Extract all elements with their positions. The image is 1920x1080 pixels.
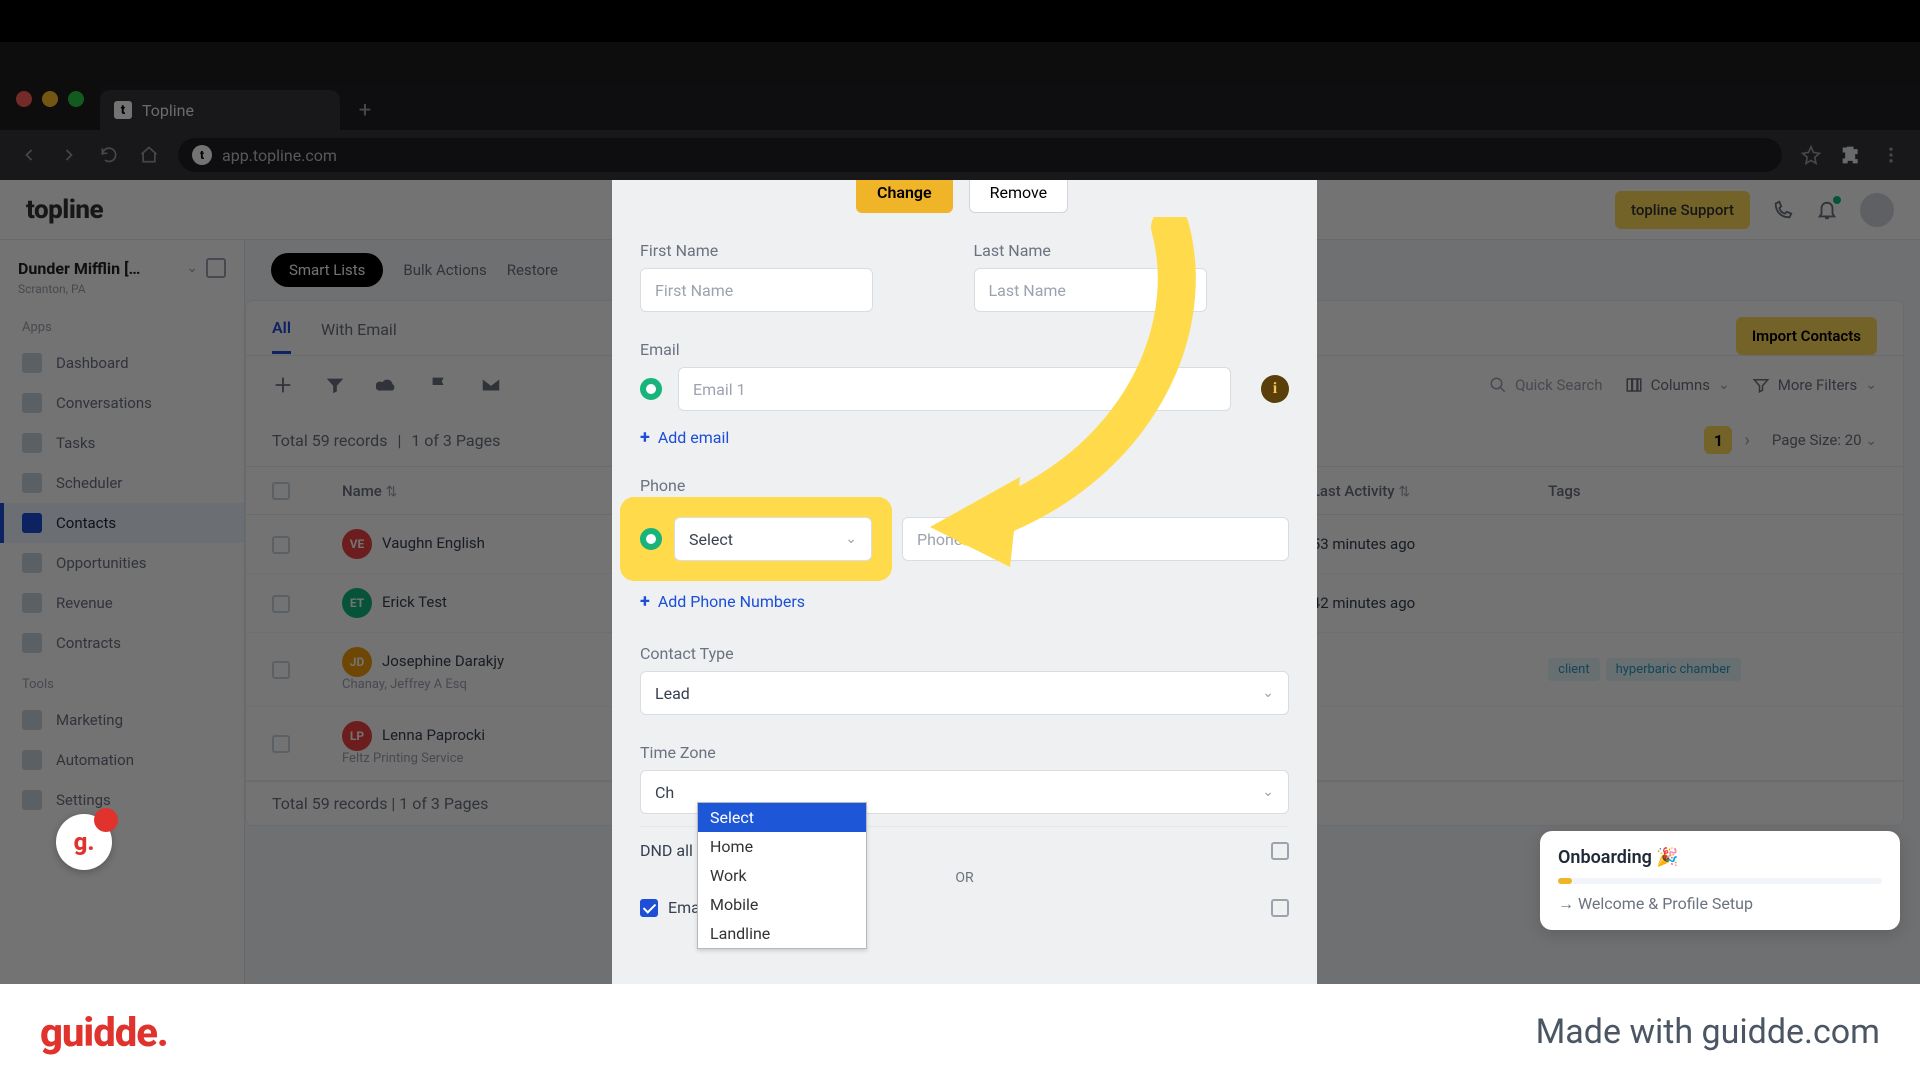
chevron-down-icon: ⌄ bbox=[845, 531, 857, 547]
phone-primary-radio[interactable] bbox=[640, 528, 662, 550]
emails-checkbox[interactable] bbox=[640, 899, 658, 917]
email-input[interactable] bbox=[678, 367, 1231, 411]
emails-right-checkbox[interactable] bbox=[1271, 899, 1289, 917]
contact-type-select[interactable]: Lead ⌄ bbox=[640, 671, 1289, 715]
contact-type-label: Contact Type bbox=[640, 644, 1289, 663]
phone-type-value: Select bbox=[689, 530, 733, 549]
onboarding-step[interactable]: → Welcome & Profile Setup bbox=[1558, 894, 1882, 914]
first-name-input[interactable] bbox=[640, 268, 873, 312]
plus-icon: + bbox=[640, 427, 650, 448]
add-phone-link[interactable]: +Add Phone Numbers bbox=[640, 591, 805, 612]
chevron-down-icon: ⌄ bbox=[1262, 784, 1274, 800]
dropdown-option[interactable]: Select bbox=[698, 803, 866, 832]
phone-type-dropdown[interactable]: Select Home Work Mobile Landline bbox=[697, 802, 867, 949]
guidde-badge-count: 2 bbox=[94, 808, 118, 832]
change-button[interactable]: Change bbox=[856, 180, 953, 213]
email-primary-radio[interactable] bbox=[640, 378, 662, 400]
phone-type-highlight: Select ⌄ bbox=[626, 503, 886, 575]
onboarding-progress bbox=[1558, 878, 1882, 884]
info-icon[interactable]: i bbox=[1261, 375, 1289, 403]
time-zone-label: Time Zone bbox=[640, 743, 1289, 762]
contact-type-value: Lead bbox=[655, 684, 690, 703]
onboarding-title: Onboarding 🎉 bbox=[1558, 847, 1882, 868]
dropdown-option[interactable]: Home bbox=[698, 832, 866, 861]
dropdown-option[interactable]: Work bbox=[698, 861, 866, 890]
remove-button[interactable]: Remove bbox=[969, 180, 1069, 213]
dropdown-option[interactable]: Mobile bbox=[698, 890, 866, 919]
first-name-label: First Name bbox=[640, 241, 956, 260]
chevron-down-icon: ⌄ bbox=[1262, 685, 1274, 701]
email-label: Email bbox=[640, 340, 1289, 359]
guidde-logo: guidde. bbox=[40, 1009, 168, 1056]
phone-label: Phone bbox=[640, 476, 1289, 495]
time-zone-value: Ch bbox=[655, 783, 674, 802]
dnd-checkbox[interactable] bbox=[1271, 842, 1289, 860]
phone-type-select[interactable]: Select ⌄ bbox=[674, 517, 872, 561]
plus-icon: + bbox=[640, 591, 650, 612]
add-email-link[interactable]: +Add email bbox=[640, 427, 729, 448]
last-name-label: Last Name bbox=[974, 241, 1290, 260]
phone-input[interactable] bbox=[902, 517, 1289, 561]
onboarding-card[interactable]: Onboarding 🎉 → Welcome & Profile Setup bbox=[1540, 831, 1900, 930]
guidde-footer: guidde. Made with guidde.com bbox=[0, 984, 1920, 1080]
guidde-badge[interactable]: g. 2 bbox=[56, 814, 112, 870]
guidde-badge-letter: g. bbox=[74, 828, 95, 856]
dropdown-option[interactable]: Landline bbox=[698, 919, 866, 948]
made-with-text: Made with guidde.com bbox=[1536, 1012, 1880, 1052]
last-name-input[interactable] bbox=[974, 268, 1207, 312]
